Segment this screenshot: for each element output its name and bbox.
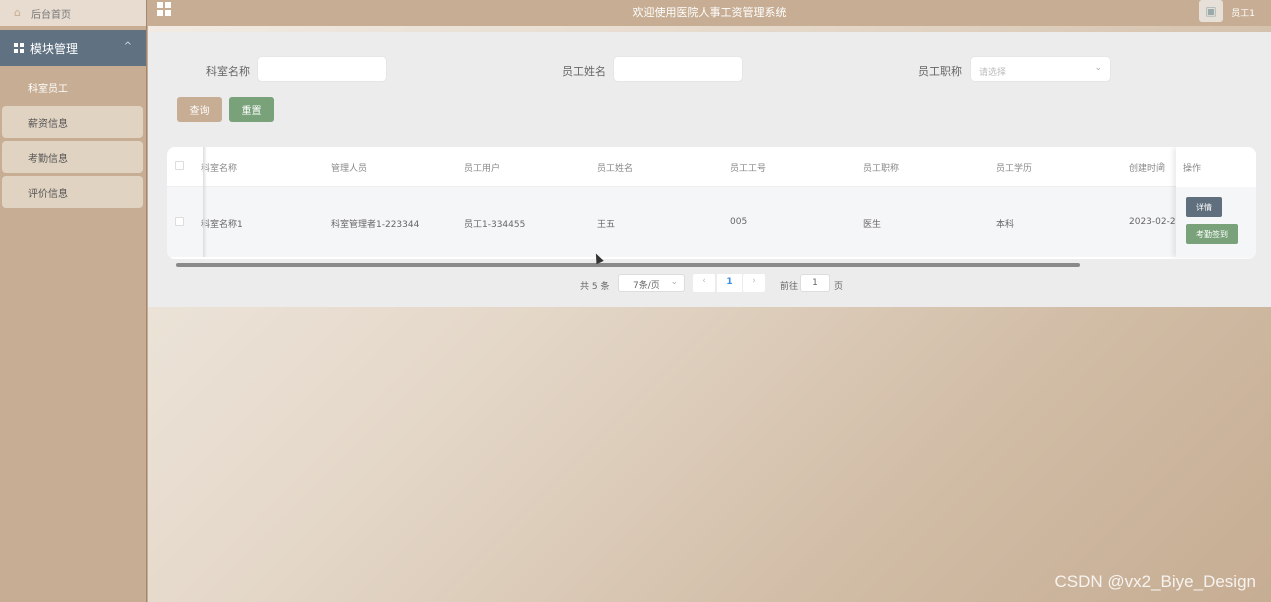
sidebar-home-label: 后台首页 xyxy=(31,9,71,21)
col-title: 员工职称 xyxy=(863,164,900,174)
page-size-value: 7条/页 xyxy=(633,281,660,291)
sort-icon[interactable]: ⇕ xyxy=(1158,161,1165,170)
pagination: 共 5 条 7条/页 ⌄ ‹ 1 › 前往 1 页 xyxy=(148,274,1271,296)
grid-icon xyxy=(14,43,24,53)
sidebar-item-label: 考勤信息 xyxy=(28,153,68,165)
main-content: 科室名称 员工姓名 员工职称 请选择 ⌄ 查询 重置 科室名称 管理人员 员工用… xyxy=(148,26,1271,602)
staff-title-placeholder: 请选择 xyxy=(979,68,1007,78)
cell-edu: 本科 xyxy=(996,220,1015,230)
table-header: 科室名称 管理人员 员工用户 员工姓名 员工工号 员工职称 员工学历 创建时间 … xyxy=(167,147,1256,187)
sidebar-module-header[interactable]: 模块管理 ^ xyxy=(0,30,146,66)
prev-page-button[interactable]: ‹ xyxy=(693,274,715,292)
sidebar-home[interactable]: ⌂ 后台首页 xyxy=(0,0,146,26)
cell-name: 王五 xyxy=(597,220,616,230)
cell-user: 员工1-334455 xyxy=(464,220,526,230)
content-panel: 科室名称 员工姓名 员工职称 请选择 ⌄ 查询 重置 科室名称 管理人员 员工用… xyxy=(148,32,1271,307)
home-icon: ⌂ xyxy=(14,6,21,19)
sidebar-item-evaluation[interactable]: 评价信息 xyxy=(2,176,143,208)
col-manager: 管理人员 xyxy=(331,164,368,174)
horizontal-scrollbar[interactable] xyxy=(176,263,1080,267)
query-button[interactable]: 查询 xyxy=(177,97,222,122)
chevron-up-icon: ^ xyxy=(123,41,132,52)
sidebar-item-attendance[interactable]: 考勤信息 xyxy=(2,141,143,173)
detail-button[interactable]: 详情 xyxy=(1186,197,1222,217)
chevron-down-icon: ⌄ xyxy=(1094,63,1102,73)
col-user: 员工用户 xyxy=(464,164,501,174)
cell-created: 2023-02-26 xyxy=(1129,217,1182,227)
next-page-button[interactable]: › xyxy=(743,274,765,292)
staff-name-label: 员工姓名 xyxy=(562,65,606,78)
data-table: 科室名称 管理人员 员工用户 员工姓名 员工工号 员工职称 员工学历 创建时间 … xyxy=(167,147,1256,259)
goto-label: 前往 xyxy=(780,282,799,292)
col-edu: 员工学历 xyxy=(996,164,1033,174)
user-name[interactable]: 员工1 xyxy=(1231,6,1255,19)
sidebar-item-label: 评价信息 xyxy=(28,188,68,200)
actions-column: 操作 详情 考勤签到 xyxy=(1176,147,1256,257)
reset-button[interactable]: 重置 xyxy=(229,97,274,122)
sidebar-module-label: 模块管理 xyxy=(30,41,79,56)
fixed-column-shadow xyxy=(203,147,207,257)
cell-dept: 科室名称1 xyxy=(201,220,243,230)
top-bar: 欢迎使用医院人事工资管理系统 ▣ 员工1 xyxy=(148,0,1271,26)
page-title: 欢迎使用医院人事工资管理系统 xyxy=(632,6,787,19)
chevron-down-icon: ⌄ xyxy=(670,277,678,287)
select-all-checkbox[interactable] xyxy=(175,161,184,170)
cell-manager: 科室管理者1-223344 xyxy=(331,220,420,230)
staff-title-select[interactable]: 请选择 ⌄ xyxy=(970,56,1111,82)
page-unit-label: 页 xyxy=(834,282,844,292)
staff-title-label: 员工职称 xyxy=(918,65,962,78)
watermark: CSDN @vx2_Biye_Design xyxy=(1054,572,1256,591)
goto-page-input[interactable]: 1 xyxy=(800,274,830,292)
table-row: 科室名称1 科室管理者1-223344 员工1-334455 王五 005 医生… xyxy=(167,187,1256,257)
row-checkbox[interactable] xyxy=(175,217,184,226)
avatar[interactable]: ▣ xyxy=(1199,0,1223,22)
dept-name-input[interactable] xyxy=(257,56,387,82)
col-no: 员工工号 xyxy=(730,164,767,174)
sidebar-item-salary[interactable]: 薪资信息 xyxy=(2,106,143,138)
col-actions: 操作 xyxy=(1183,164,1202,174)
search-form: 科室名称 员工姓名 员工职称 请选择 ⌄ xyxy=(148,56,1271,84)
staff-name-input[interactable] xyxy=(613,56,743,82)
cell-title: 医生 xyxy=(863,220,882,230)
dept-name-label: 科室名称 xyxy=(206,65,250,78)
sidebar: ⌂ 后台首页 模块管理 ^ 科室员工 薪资信息 考勤信息 评价信息 xyxy=(0,0,147,602)
sidebar-item-dept-staff[interactable]: 科室员工 xyxy=(2,71,143,103)
page-number[interactable]: 1 xyxy=(717,274,742,292)
total-count: 共 5 条 xyxy=(580,282,610,292)
cell-no: 005 xyxy=(730,217,748,227)
attendance-button[interactable]: 考勤签到 xyxy=(1186,224,1238,244)
sidebar-menu: 科室员工 薪资信息 考勤信息 评价信息 xyxy=(0,66,146,208)
sidebar-item-label: 科室员工 xyxy=(28,83,68,95)
page-size-select[interactable]: 7条/页 ⌄ xyxy=(618,274,685,292)
sidebar-item-label: 薪资信息 xyxy=(28,118,68,130)
col-name: 员工姓名 xyxy=(597,164,634,174)
